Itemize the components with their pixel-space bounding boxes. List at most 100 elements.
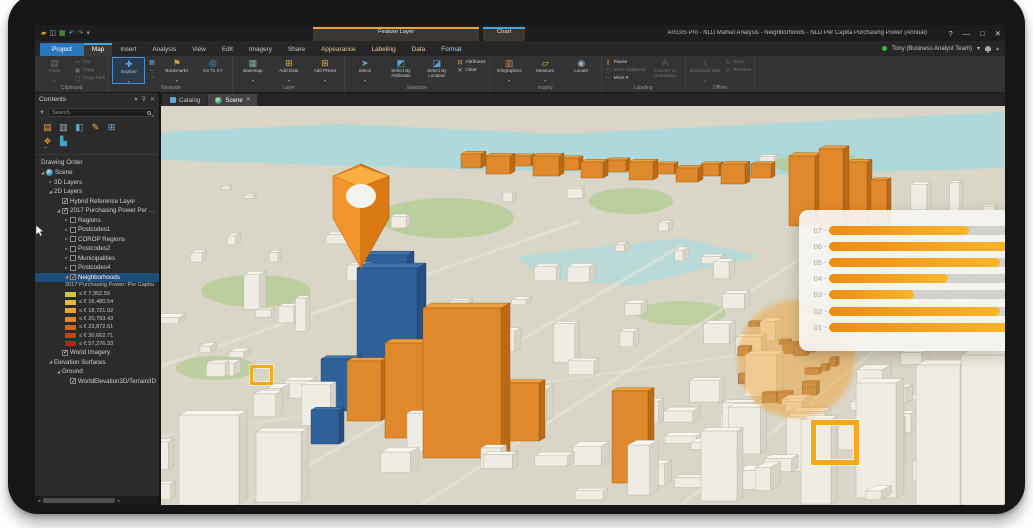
add-data-button[interactable]: ⊞ Add Data ▾ [272, 57, 305, 83]
sync-button[interactable]: ↻ Sync [725, 59, 752, 66]
expander-icon[interactable]: ◢ [47, 189, 54, 195]
view-unplaced-button[interactable]: ◻ View Unplaced [605, 67, 646, 74]
layer-visibility-checkbox[interactable] [70, 226, 76, 233]
layer-item-postcodes4[interactable]: ▸ Postcodes4 [35, 263, 159, 273]
ribbon-tab-data[interactable]: Data [404, 43, 434, 56]
next-extent-icon[interactable]: → [148, 74, 157, 80]
list-by-editing-icon[interactable]: ✎ [89, 122, 102, 133]
list-by-snapping-icon[interactable]: ⊞ [105, 122, 118, 133]
locate-button[interactable]: ◉ Locate [565, 57, 598, 79]
expander-icon[interactable]: ▸ [63, 236, 70, 242]
ribbon-tab-appearance[interactable]: Appearance [313, 43, 363, 56]
list-by-data-source-icon[interactable]: ▥ [57, 122, 70, 133]
expander-icon[interactable]: ◢ [55, 208, 62, 214]
select-by-attributes-button[interactable]: ◩ Select By Attributes [384, 57, 417, 79]
layer-visibility-checkbox[interactable] [70, 236, 76, 243]
panel-close-icon[interactable]: ✕ [150, 96, 155, 103]
notification-bell-icon[interactable] [984, 46, 991, 53]
scroll-right-icon[interactable]: ▸ [115, 498, 123, 504]
layer-visibility-checkbox[interactable] [70, 255, 76, 262]
expander-icon[interactable]: ▸ [63, 246, 70, 252]
close-button[interactable]: ✕ [995, 29, 1001, 38]
layer-item-3d-layers[interactable]: ▸ 3D Layers [35, 178, 159, 188]
layer-visibility-checkbox[interactable] [62, 207, 68, 214]
ribbon-tab-imagery[interactable]: Imagery [241, 43, 280, 56]
expander-icon[interactable]: ◢ [55, 369, 62, 375]
layer-item-hybrid-reference-layer[interactable]: Hybrid Reference Layer [35, 197, 159, 207]
minimize-button[interactable]: — [963, 29, 971, 38]
new-map-icon[interactable]: ▦ [59, 30, 66, 37]
layer-item-ground[interactable]: ◢ Ground [35, 367, 159, 377]
layer-visibility-checkbox[interactable] [62, 349, 68, 356]
panel-menu-icon[interactable]: ▾ [135, 96, 138, 103]
layer-item-worldelevation3d-terrain3d[interactable]: WorldElevation3D/Terrain3D [35, 377, 159, 387]
expander-icon[interactable]: ▸ [63, 227, 70, 233]
expander-icon[interactable]: ◢ [63, 274, 70, 280]
ribbon-tab-format[interactable]: Format [433, 43, 469, 56]
layer-item-regions[interactable]: ▸ Regions [35, 216, 159, 226]
scene-3d-view[interactable]: 07–06–05–04–03–02–01– [161, 106, 1005, 505]
layer-visibility-checkbox[interactable] [70, 217, 76, 224]
layer-item-2017-purchasing-power-per-capita[interactable]: ◢2017 Purchasing Power Per Capita [35, 206, 159, 216]
scrollbar-thumb[interactable] [43, 498, 115, 503]
search-input[interactable]: Search [47, 108, 155, 117]
layer-item-postcodes1[interactable]: ▸ Postcodes1 [35, 225, 159, 235]
filter-icon[interactable]: ▼ [39, 110, 45, 116]
go-to-xy-button[interactable]: ◎ Go To XY [196, 57, 229, 79]
measure-button[interactable]: ▱ Measure ▾ [529, 57, 562, 83]
open-project-icon[interactable]: ▰ [41, 30, 46, 37]
ribbon-tab-labeling[interactable]: Labeling [364, 43, 404, 56]
explore-button[interactable]: ✚ Explore ▾ [112, 57, 146, 84]
layer-item-scene[interactable]: ◢ Scene [35, 168, 159, 178]
layer-item-world-imagery[interactable]: World Imagery [35, 348, 159, 358]
clear-button[interactable]: ✕ Clear [456, 67, 485, 74]
ribbon-tab-map[interactable]: Map [83, 43, 113, 56]
layer-visibility-checkbox[interactable] [62, 198, 68, 205]
layer-item-neighborhoods[interactable]: ◢Neighborhoods [35, 272, 159, 282]
select-by-location-button[interactable]: ◪ Select By Location [420, 57, 453, 79]
redo-icon[interactable]: ↷ [78, 30, 84, 37]
ribbon-tab-edit[interactable]: Edit [214, 43, 241, 56]
ribbon-tab-project[interactable]: Project [40, 43, 84, 56]
collapse-ribbon-button[interactable]: ▴ [996, 45, 999, 52]
scroll-left-icon[interactable]: ◂ [35, 498, 43, 504]
layer-visibility-checkbox[interactable] [70, 274, 76, 281]
panel-pin-icon[interactable]: ⊽ [142, 96, 146, 103]
ribbon-tab-analysis[interactable]: Analysis [144, 43, 184, 56]
list-by-drawing-order-icon[interactable]: ▤ [41, 122, 54, 133]
expander-icon[interactable]: ▸ [63, 217, 70, 223]
more-button[interactable]: ⋯ More ▾ [605, 75, 646, 82]
download-map-button[interactable]: ⇩ Download Map ▾ [689, 57, 722, 83]
ribbon-tab-insert[interactable]: Insert [112, 43, 144, 56]
restore-button[interactable]: □ [980, 29, 985, 38]
ribbon-tab-share[interactable]: Share [280, 43, 313, 56]
expander-icon[interactable]: ◢ [39, 170, 46, 176]
cut-button[interactable]: ✂ Cut [74, 59, 105, 66]
add-preset-button[interactable]: ⊞ Add Preset ▾ [308, 57, 341, 83]
pause-button[interactable]: ∥ Pause [605, 59, 646, 66]
horizontal-scrollbar[interactable]: ◂ ▸ [35, 496, 159, 505]
layer-item-municipalities[interactable]: ▸ Municipalities [35, 254, 159, 264]
close-view-icon[interactable]: ✕ [246, 97, 251, 103]
layer-item-corop-regions[interactable]: ▸ COROP Regions [35, 235, 159, 245]
save-icon[interactable]: ◫ [49, 30, 56, 37]
basemap-button[interactable]: ▦ Basemap ▾ [236, 57, 269, 83]
signed-in-user[interactable]: Tony (Business Analyst Team) [892, 46, 972, 52]
layer-visibility-checkbox[interactable] [70, 378, 76, 385]
undo-icon[interactable]: ↶ [69, 30, 75, 37]
bookmarks-button[interactable]: ⚑ Bookmarks ▾ [160, 57, 193, 83]
view-tab-catalog[interactable]: Catalog [163, 94, 208, 106]
account-caret-icon[interactable]: ▾ [977, 45, 980, 52]
expander-icon[interactable]: ▸ [63, 255, 70, 261]
remove-button[interactable]: ✕ Remove [725, 67, 752, 74]
copy-path-button[interactable]: ▢ Copy Path [74, 75, 106, 82]
select-button[interactable]: ➤ Select ▾ [348, 57, 381, 83]
expander-icon[interactable]: ▸ [47, 179, 54, 185]
infographics-button[interactable]: ▥ Infographics ▾ [493, 57, 526, 83]
copy-button[interactable]: ▣ Copy [74, 67, 105, 74]
qat-customize-icon[interactable]: ▾ [86, 30, 90, 37]
layer-visibility-checkbox[interactable] [70, 264, 76, 271]
layer-item-2d-layers[interactable]: ◢ 2D Layers [35, 187, 159, 197]
layer-item-postcodes2[interactable]: ▸ Postcodes2 [35, 244, 159, 254]
help-button[interactable]: ? [949, 29, 953, 38]
